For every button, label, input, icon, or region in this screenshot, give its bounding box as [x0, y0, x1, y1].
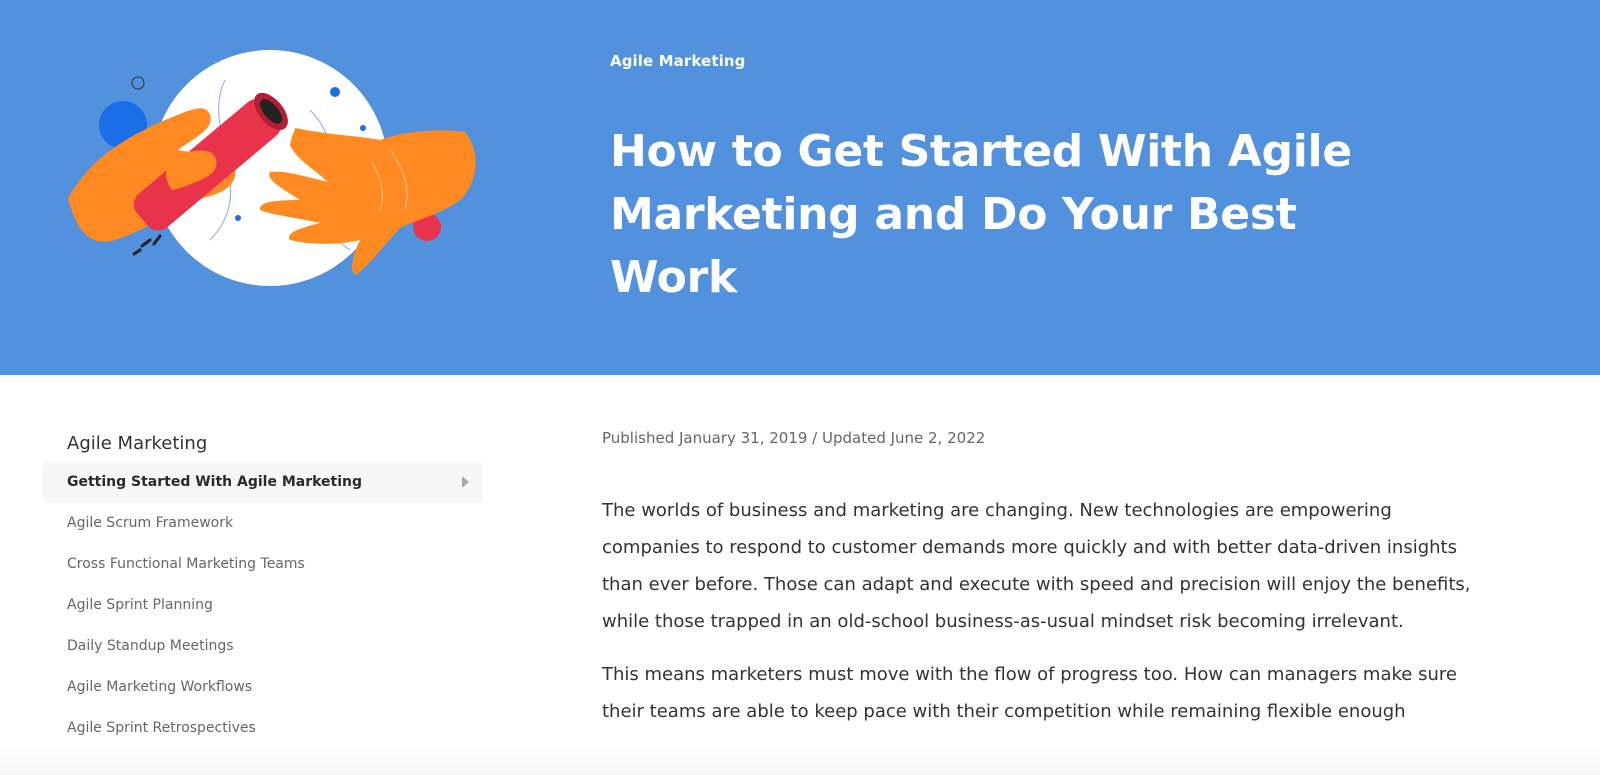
sidebar-item-workflows[interactable]: Agile Marketing Workflows: [43, 667, 483, 708]
sidebar-list: Getting Started With Agile Marketing Agi…: [43, 462, 483, 749]
article-body: Published January 31, 2019 / Updated Jun…: [602, 426, 1482, 730]
sidebar-item-label: Agile Sprint Retrospectives: [67, 720, 256, 736]
sidebar-item-cross-functional-teams[interactable]: Cross Functional Marketing Teams: [43, 544, 483, 585]
sidebar-heading: Agile Marketing: [67, 433, 208, 454]
article-paragraph: This means marketers must move with the …: [602, 664, 1457, 722]
sidebar-item-daily-standup[interactable]: Daily Standup Meetings: [43, 626, 483, 667]
sidebar-item-retrospectives[interactable]: Agile Sprint Retrospectives: [43, 708, 483, 749]
sidebar-item-getting-started[interactable]: Getting Started With Agile Marketing: [43, 462, 483, 503]
hands-passing-baton-illustration: [68, 50, 476, 286]
sidebar-item-label: Daily Standup Meetings: [67, 638, 234, 654]
sidebar-nav: Agile Marketing Getting Started With Agi…: [43, 426, 483, 749]
scroll-fade: [0, 745, 1600, 775]
sidebar-item-label: Agile Marketing Workflows: [67, 679, 253, 695]
hero-category-link[interactable]: Agile Marketing: [610, 52, 745, 70]
sidebar-item-label: Agile Scrum Framework: [67, 515, 234, 531]
publish-date: Published January 31, 2019 / Updated Jun…: [602, 429, 986, 447]
sidebar-item-scrum-framework[interactable]: Agile Scrum Framework: [43, 503, 483, 544]
sidebar-item-label: Agile Sprint Planning: [67, 597, 213, 613]
sidebar-item-label: Getting Started With Agile Marketing: [67, 474, 363, 490]
article-paragraph: The worlds of business and marketing are…: [602, 500, 1471, 632]
sidebar-item-sprint-planning[interactable]: Agile Sprint Planning: [43, 585, 483, 626]
sidebar-item-label: Cross Functional Marketing Teams: [67, 556, 305, 572]
page-title: How to Get Started With Agile Marketing …: [610, 126, 1352, 303]
hero-banner: Agile Marketing How to Get Started With …: [0, 0, 1600, 375]
chevron-right-icon: [462, 476, 469, 488]
